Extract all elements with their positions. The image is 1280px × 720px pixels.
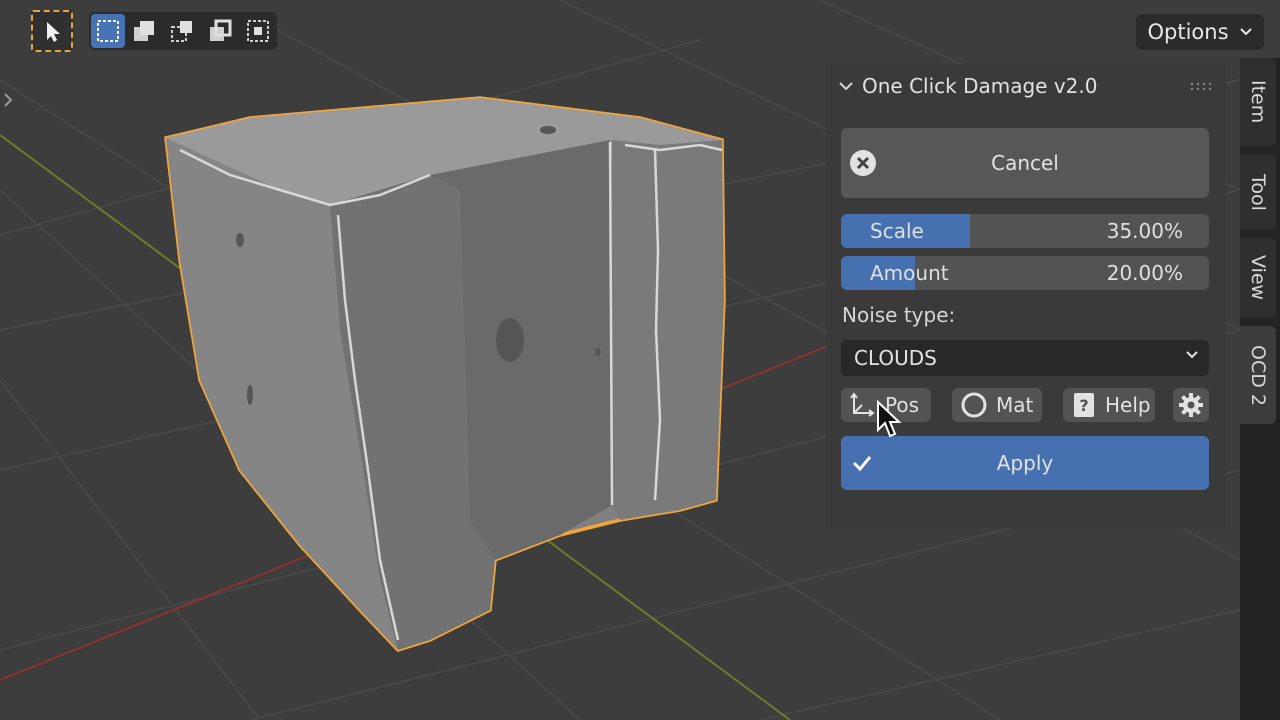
tab-view-label: View <box>1247 255 1269 301</box>
chevron-down-icon <box>1186 351 1198 359</box>
mat-button[interactable]: Mat <box>952 388 1042 422</box>
cancel-label: Cancel <box>991 151 1059 175</box>
select-intersect-button[interactable] <box>241 14 275 48</box>
addon-panel: One Click Damage v2.0 Cancel Scale 35.00… <box>826 64 1226 528</box>
select-difference-button[interactable] <box>203 14 237 48</box>
drag-grip-icon[interactable] <box>1190 82 1214 92</box>
tab-item-label: Item <box>1247 80 1269 124</box>
tab-ocd2-label: OCD 2 <box>1247 344 1269 406</box>
scale-value: 35.00% <box>1106 219 1183 243</box>
cursor-arrow-icon <box>47 22 60 42</box>
noise-type-select[interactable]: CLOUDS <box>841 340 1209 376</box>
toolbar-expand-arrow-icon[interactable] <box>2 90 14 110</box>
scale-label: Scale <box>870 219 924 243</box>
tab-tool-label: Tool <box>1247 173 1269 211</box>
gear-icon <box>1179 393 1203 417</box>
select-intersect-icon <box>247 20 269 42</box>
noise-type-value: CLOUDS <box>854 346 937 370</box>
panel-title: One Click Damage v2.0 <box>862 74 1098 98</box>
amount-value: 20.00% <box>1106 261 1183 285</box>
close-circle-icon <box>850 150 876 176</box>
options-label: Options <box>1147 20 1229 44</box>
axis-gizmo-icon <box>850 392 875 417</box>
tab-tool[interactable]: Tool <box>1240 154 1276 230</box>
chevron-down-icon <box>1239 28 1252 36</box>
material-circle-icon <box>961 392 987 418</box>
select-box-button[interactable] <box>91 14 125 48</box>
apply-button[interactable]: Apply <box>841 436 1209 490</box>
select-extend-button[interactable] <box>127 14 161 48</box>
select-subtract-button[interactable] <box>165 14 199 48</box>
select-difference-icon <box>210 19 232 41</box>
select-tool-button[interactable] <box>31 10 73 52</box>
mat-label: Mat <box>996 393 1034 417</box>
help-button[interactable]: ? Help <box>1063 388 1155 422</box>
tab-ocd2[interactable]: OCD 2 <box>1240 326 1276 424</box>
amount-label: Amount <box>870 261 949 285</box>
settings-button[interactable] <box>1173 388 1209 422</box>
panel-header[interactable]: One Click Damage v2.0 <box>838 74 1098 98</box>
tab-view[interactable]: View <box>1240 238 1276 318</box>
collapse-chevron-icon <box>839 82 853 91</box>
tab-item[interactable]: Item <box>1240 58 1276 146</box>
select-subtract-icon <box>171 21 192 42</box>
mouse-pointer-icon <box>877 400 902 438</box>
apply-label: Apply <box>996 451 1054 475</box>
help-book-icon: ? <box>1074 393 1094 417</box>
selection-mode-group <box>89 12 277 50</box>
select-extend-icon <box>134 21 154 41</box>
noise-type-label: Noise type: <box>842 303 956 327</box>
cancel-button[interactable]: Cancel <box>841 128 1209 198</box>
amount-slider[interactable]: Amount 20.00% <box>841 256 1209 290</box>
select-box-icon <box>97 20 119 42</box>
svg-text:?: ? <box>1079 396 1088 415</box>
help-label: Help <box>1105 393 1151 417</box>
options-dropdown[interactable]: Options <box>1136 14 1264 50</box>
sidebar-tabs: Item Tool View OCD 2 <box>1240 58 1280 720</box>
scale-slider[interactable]: Scale 35.00% <box>841 214 1209 248</box>
checkmark-icon <box>852 456 872 472</box>
